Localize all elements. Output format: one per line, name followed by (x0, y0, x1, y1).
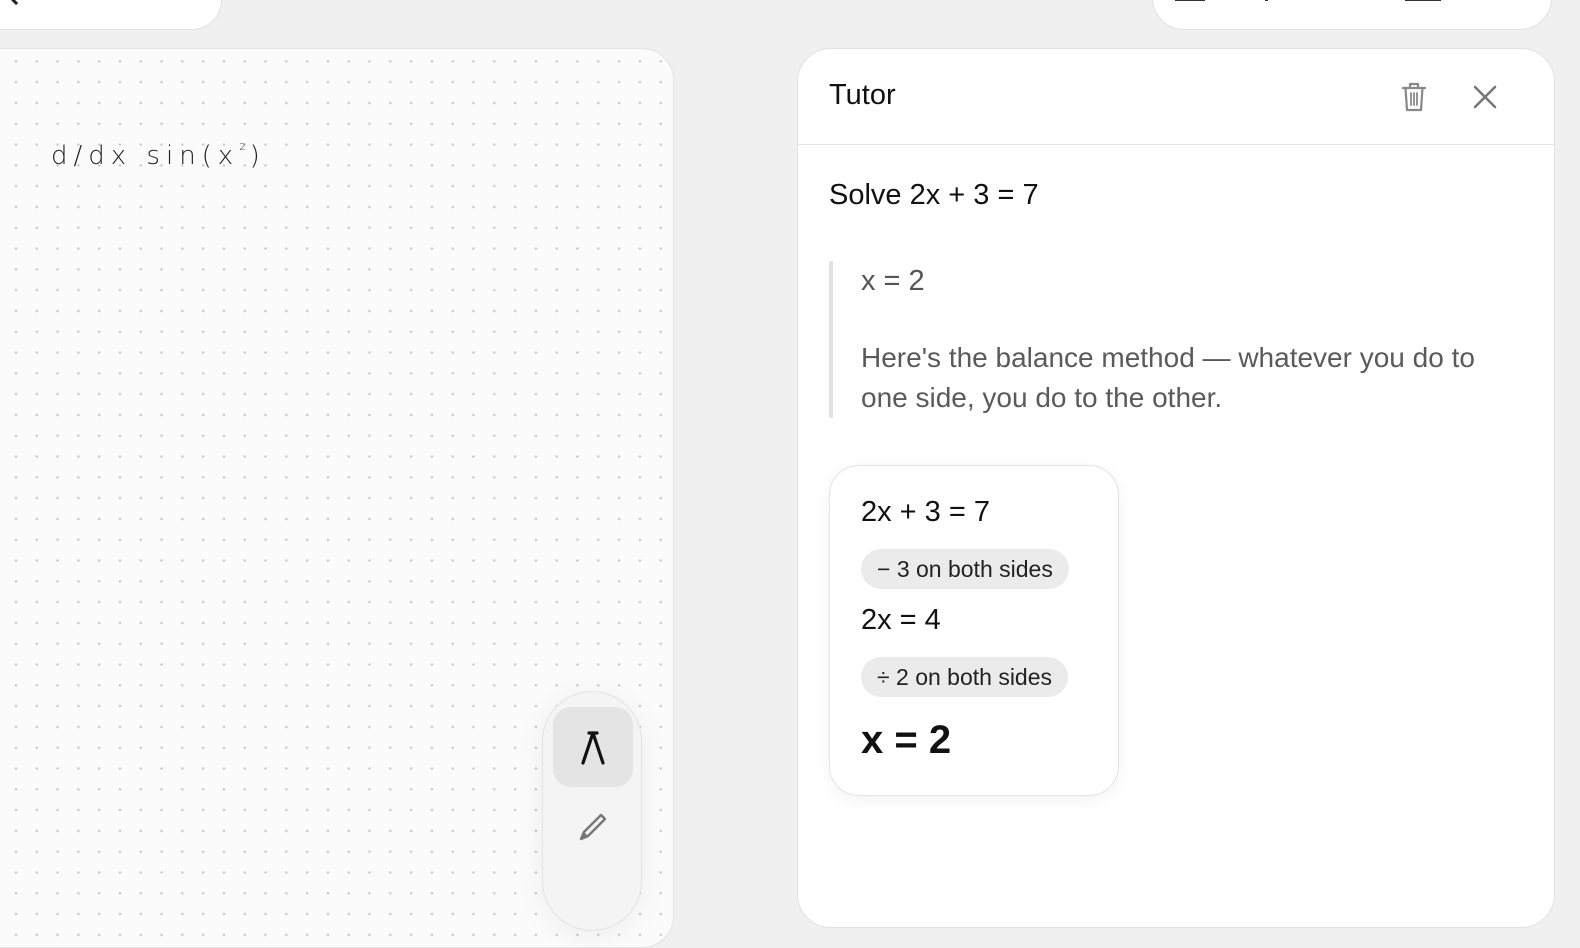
answer-quote: x = 2 Here's the balance method — whatev… (829, 261, 1509, 418)
question-text: Solve 2x + 3 = 7 (829, 179, 1039, 211)
close-tutor-button[interactable] (1465, 77, 1505, 117)
answer-result: x = 2 (861, 265, 925, 297)
start-equation: 2x + 3 = 7 (861, 496, 990, 528)
pencil-icon (579, 813, 607, 841)
tutor-panel: Tutor Solve 2x + 3 = 7 x = 2 Here's the … (797, 48, 1555, 928)
answer-explanation: Here's the balance method — whatever you… (861, 342, 1475, 413)
step-chip-subtract: − 3 on both sides (861, 549, 1069, 589)
top-right-toolbar (1152, 0, 1552, 30)
pencil-tool-button[interactable] (553, 787, 633, 867)
final-equation: x = 2 (861, 718, 952, 762)
back-chevron-icon[interactable] (8, 0, 24, 6)
delete-conversation-button[interactable] (1394, 77, 1434, 117)
tutor-title: Tutor (829, 79, 896, 111)
step-chip-divide: ÷ 2 on both sides (861, 657, 1069, 697)
handwritten-expression: d/dx sin(x2) (51, 141, 266, 171)
pen-select-tool-button[interactable] (553, 707, 633, 787)
top-left-toolbar[interactable] (0, 0, 222, 30)
list-icon[interactable] (1405, 0, 1441, 1)
grid-icon[interactable] (1175, 0, 1205, 1)
trash-icon (1401, 82, 1427, 112)
steps-card: 2x + 3 = 7 − 3 on both sides 2x = 4 ÷ 2 … (829, 465, 1119, 796)
tutor-header: Tutor (798, 49, 1554, 145)
lambda-pen-icon (581, 731, 605, 765)
middle-equation: 2x = 4 (861, 604, 941, 636)
close-icon (1473, 85, 1497, 109)
tool-palette (542, 691, 642, 931)
mic-icon[interactable] (1265, 0, 1268, 1)
